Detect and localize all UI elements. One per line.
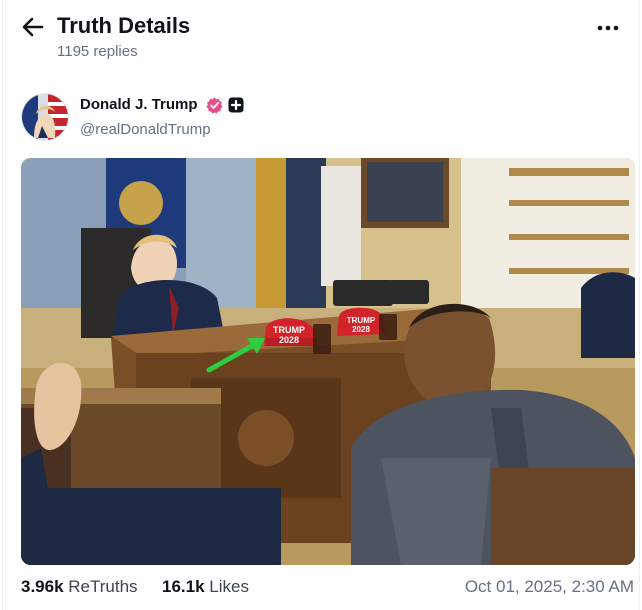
author-handle[interactable]: @realDonaldTrump xyxy=(80,121,211,138)
verified-badge-icon xyxy=(206,97,223,114)
more-options-button[interactable] xyxy=(594,16,622,40)
hat-text-line1: TRUMP xyxy=(273,325,305,335)
page-title: Truth Details xyxy=(57,13,191,38)
post-image[interactable]: TRUMP 2028 TRUMP 2028 xyxy=(21,158,635,565)
retruths-label: ReTruths xyxy=(68,577,138,596)
retruths-count: 3.96k xyxy=(21,577,64,596)
likes-stat[interactable]: 16.1k Likes xyxy=(162,577,249,597)
hat2-text-line1: TRUMP xyxy=(347,316,376,325)
likes-label: Likes xyxy=(209,577,249,596)
author-name[interactable]: Donald J. Trump xyxy=(80,96,198,113)
oval-office-photo: TRUMP 2028 TRUMP 2028 xyxy=(21,158,635,565)
arrow-left-icon xyxy=(22,17,44,37)
back-button[interactable] xyxy=(20,14,48,40)
plus-badge-icon xyxy=(228,97,244,113)
avatar[interactable] xyxy=(21,93,69,141)
page-header: Truth Details 1195 replies xyxy=(0,0,642,80)
more-horizontal-icon xyxy=(597,25,619,31)
hat2-text-line2: 2028 xyxy=(352,325,370,334)
replies-count: 1195 replies xyxy=(57,43,138,60)
retruths-stat[interactable]: 3.96k ReTruths xyxy=(21,577,138,597)
post-author: Donald J. Trump @realDonaldTrump xyxy=(0,88,642,148)
hat-text-line2: 2028 xyxy=(279,335,299,345)
likes-count: 16.1k xyxy=(162,577,205,596)
post-timestamp: Oct 01, 2025, 2:30 AM xyxy=(464,577,634,596)
avatar-image xyxy=(22,94,68,140)
